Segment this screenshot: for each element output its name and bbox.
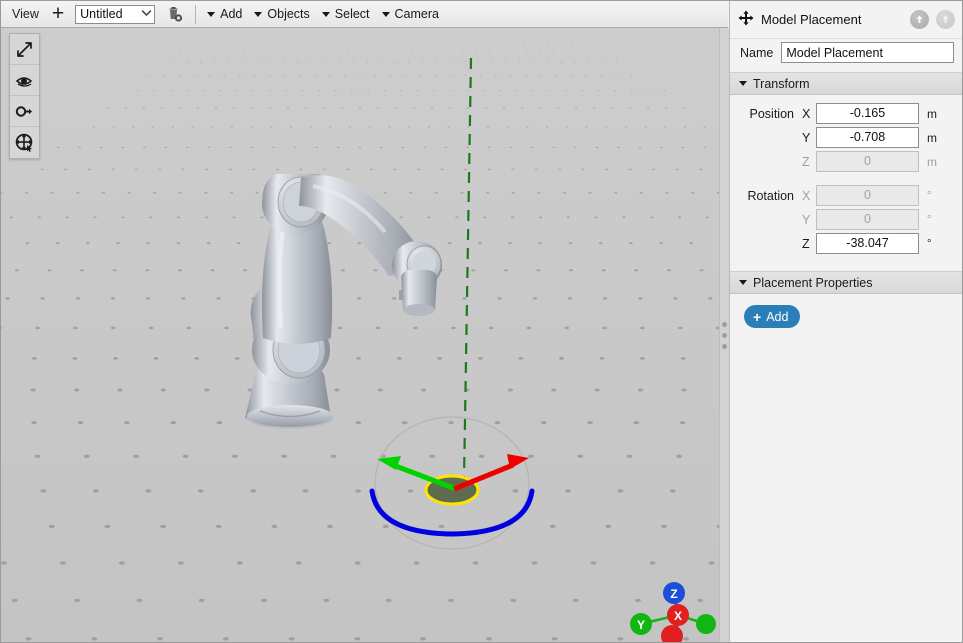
- position-z-row: Z 0 m: [730, 151, 962, 172]
- rotation-x-input: 0: [816, 185, 919, 206]
- arrow-up-circle-icon: [942, 15, 949, 23]
- rotation-z-axis-label: Z: [802, 236, 810, 251]
- model-placement-panel: Model Placement Name Model Placement Tra: [729, 1, 962, 642]
- move-up-button[interactable]: [910, 10, 929, 29]
- position-group: Position X -0.165 m Y -0.708 m Z 0 m: [730, 103, 962, 172]
- name-row: Name Model Placement: [730, 39, 962, 72]
- position-x-row: Position X -0.165 m: [730, 103, 962, 124]
- scene-select[interactable]: Untitled: [75, 4, 156, 24]
- menu-add[interactable]: Add: [203, 5, 250, 23]
- rotation-y-input: 0: [816, 209, 919, 230]
- arrow-up-circle-icon: [916, 15, 923, 23]
- add-property-button[interactable]: + Add: [744, 305, 801, 328]
- menu-objects-label: Objects: [267, 7, 310, 21]
- transform-body: Position X -0.165 m Y -0.708 m Z 0 m Rot…: [730, 95, 962, 271]
- gizmo-x-label: X: [674, 609, 682, 623]
- chevron-down-icon: [207, 11, 216, 17]
- menu-add-label: Add: [220, 7, 243, 21]
- fit-to-view-icon[interactable]: [10, 34, 39, 65]
- name-input[interactable]: Model Placement: [781, 42, 954, 63]
- menu-camera[interactable]: Camera: [378, 5, 447, 23]
- position-y-axis-label: Y: [802, 130, 811, 145]
- position-z-unit: m: [927, 154, 937, 169]
- chevron-down-icon: [381, 11, 390, 17]
- position-z-axis-label: Z: [802, 154, 810, 169]
- position-x-unit: m: [927, 106, 937, 121]
- chevron-down-icon: [138, 9, 154, 19]
- name-label: Name: [740, 45, 774, 60]
- rotation-y-unit: °: [927, 213, 932, 226]
- gizmo-z-label: Z: [670, 587, 677, 601]
- placement-properties-label: Placement Properties: [753, 275, 873, 290]
- gizmo-y-label: Y: [637, 618, 645, 632]
- panel-header: Model Placement: [730, 1, 962, 39]
- rotation-y-axis-label: Y: [802, 212, 811, 227]
- transform-section-label: Transform: [753, 76, 810, 91]
- plus-icon[interactable]: +: [44, 3, 72, 25]
- placement-properties-section-header[interactable]: Placement Properties: [730, 271, 962, 294]
- application-window: View + Untitled Add Objects Select Camer…: [0, 0, 963, 643]
- plus-icon: +: [753, 308, 762, 325]
- rotation-x-row: Rotation X 0 °: [730, 185, 962, 206]
- placement-properties-body: + Add: [730, 294, 962, 328]
- menu-select-label: Select: [334, 7, 370, 21]
- position-x-input[interactable]: -0.165: [816, 103, 919, 124]
- rotation-x-unit: °: [927, 189, 932, 202]
- panel-splitter[interactable]: [719, 28, 729, 642]
- menu-select[interactable]: Select: [318, 5, 378, 23]
- position-y-row: Y -0.708 m: [730, 127, 962, 148]
- move-target-icon[interactable]: [10, 127, 39, 158]
- rotation-z-unit: °: [927, 237, 932, 250]
- add-property-label: Add: [766, 309, 789, 324]
- panel-title: Model Placement: [761, 12, 862, 27]
- 3d-viewport[interactable]: Z Y X: [1, 28, 728, 642]
- rotation-label: Rotation: [747, 188, 794, 203]
- pivot-key-icon[interactable]: [10, 96, 39, 127]
- triangle-down-icon: [739, 81, 747, 86]
- rotation-y-row: Y 0 °: [730, 209, 962, 230]
- viewport-scene: Z Y X: [1, 28, 728, 642]
- rotation-group: Rotation X 0 ° Y 0 ° Z -38.047 °: [730, 185, 962, 254]
- main-toolbar: View + Untitled Add Objects Select Camer…: [1, 1, 728, 28]
- viewport-tool-strip: [9, 33, 40, 159]
- move-4way-icon: [738, 10, 754, 29]
- trash-delete-icon[interactable]: [161, 3, 187, 26]
- view-menu[interactable]: View: [7, 5, 44, 23]
- eye-visibility-icon[interactable]: [10, 65, 39, 96]
- rotation-x-axis-label: X: [802, 188, 811, 203]
- position-z-input: 0: [816, 151, 919, 172]
- rotation-z-input[interactable]: -38.047: [816, 233, 919, 254]
- chevron-down-icon: [254, 11, 263, 17]
- scene-select-value: Untitled: [80, 7, 123, 21]
- triangle-down-icon: [739, 280, 747, 285]
- menu-camera-label: Camera: [394, 7, 439, 21]
- transform-section-header[interactable]: Transform: [730, 72, 962, 95]
- position-x-axis-label: X: [802, 106, 811, 121]
- chevron-down-icon: [321, 11, 330, 17]
- menu-objects[interactable]: Objects: [250, 5, 317, 23]
- toolbar-divider: [195, 4, 197, 24]
- rotation-z-row: Z -38.047 °: [730, 233, 962, 254]
- position-y-unit: m: [927, 130, 937, 145]
- position-label: Position: [749, 106, 794, 121]
- position-y-input[interactable]: -0.708: [816, 127, 919, 148]
- move-up-disabled-button[interactable]: [936, 10, 955, 29]
